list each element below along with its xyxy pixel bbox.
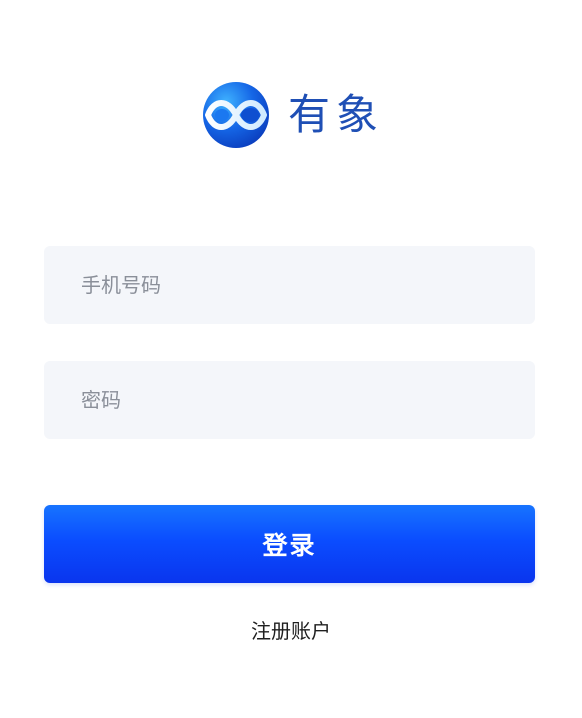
password-field[interactable] [44,361,535,439]
password-input[interactable] [44,361,535,439]
brand-logo-icon [203,82,269,148]
login-button[interactable]: 登录 [44,505,535,583]
register-account-link[interactable]: 注册账户 [0,616,582,646]
brand-header: 有象 [200,80,384,150]
brand-name: 有象 [288,90,385,139]
phone-input[interactable] [44,246,535,324]
login-page: 有象 登录 注册账户 [0,0,582,718]
phone-field[interactable] [44,246,535,324]
